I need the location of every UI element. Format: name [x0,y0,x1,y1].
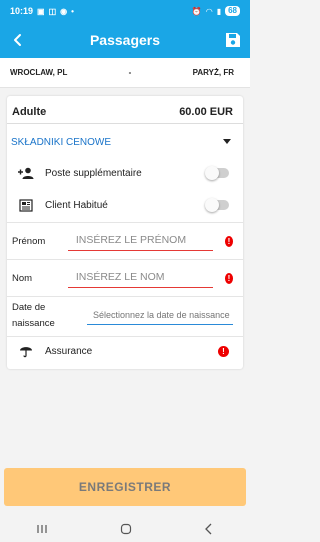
recent-apps-icon[interactable] [36,524,48,534]
extra-seat-toggle[interactable] [205,166,229,180]
app-bar: Passagers [0,22,250,58]
first-name-input[interactable] [67,231,213,251]
passenger-type: Adulte [12,105,47,118]
birth-date-label: Date de naissance [12,302,55,329]
system-nav-bar [0,516,250,542]
save-icon-button[interactable] [222,29,244,51]
last-name-input[interactable] [67,268,213,288]
birth-date-input[interactable] [87,307,233,325]
insurance-row[interactable]: Assurance ! [7,336,243,366]
caret-down-icon [223,139,231,144]
add-person-icon [17,165,35,181]
first-name-label: Prénom [12,235,46,247]
route-from: WROCLAW, PL [10,68,68,77]
error-icon: ! [218,345,229,357]
home-icon[interactable] [120,523,132,535]
status-bar: 10:19 ▣ ◫ ◉ • ⏰ ◠ ▮ 68 [0,0,250,22]
floppy-disk-icon [226,33,240,47]
price-components-label: SKŁADNIKI CENOWE [11,136,112,148]
route-separator: - [128,68,132,77]
location-icon: ◉ [60,6,68,16]
status-time: 10:19 [10,6,34,16]
error-icon: ! [224,272,233,284]
signal-icon: ▮ [216,6,222,16]
chat-icon: ▣ [37,6,45,16]
birth-date-row: Date de naissance [7,296,243,336]
back-button[interactable] [0,22,36,58]
error-icon: ! [224,235,233,247]
price-components-toggle[interactable]: SKŁADNIKI CENOWE [7,130,243,154]
first-name-row: Prénom ! [7,223,243,259]
last-name-row: Nom ! [7,260,243,296]
umbrella-icon [17,343,35,359]
option-extra-seat: Poste supplémentaire [7,158,243,188]
newspaper-icon [17,197,35,213]
passenger-header: Adulte 60.00 EUR [7,100,243,124]
wifi-icon: ◠ [205,6,213,16]
passenger-card: Adulte 60.00 EUR SKŁADNIKI CENOWE Poste … [7,96,243,369]
option-loyal-client: Client Habitué [7,190,243,220]
battery-icon: 68 [225,6,240,16]
option-label: Client Habitué [45,199,108,211]
back-arrow-icon [14,34,21,46]
route-bar: WROCLAW, PL - PARYŻ, FR [0,58,250,88]
passenger-price: 60.00 EUR [179,105,233,118]
route-to: PARYŻ, FR [192,68,234,77]
option-label: Poste supplémentaire [45,167,142,179]
back-nav-icon[interactable] [204,523,214,535]
message-icon: ◫ [48,6,57,16]
page-title: Passagers [89,32,161,48]
save-button[interactable]: ENREGISTRER [4,468,246,506]
last-name-label: Nom [12,272,33,284]
alarm-icon: ⏰ [191,6,202,16]
loyal-client-toggle[interactable] [205,198,229,212]
insurance-label: Assurance [45,345,93,357]
dot-icon: • [71,6,74,16]
